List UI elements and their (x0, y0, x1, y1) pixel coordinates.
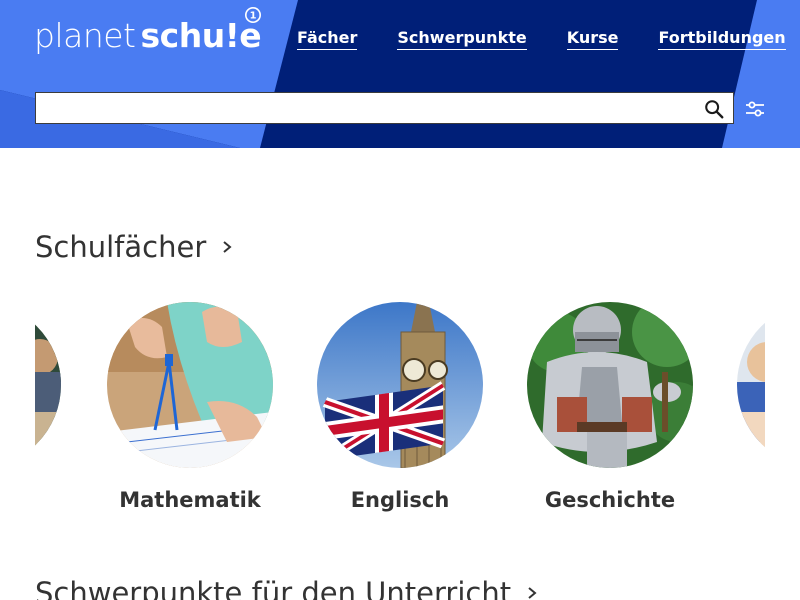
subject-image-mathematik (107, 302, 273, 468)
nav-link-kurse[interactable]: Kurse (566, 28, 619, 50)
section-heading-schwerpunkte[interactable]: Schwerpunkte für den Unterricht (35, 576, 539, 600)
svg-text:1: 1 (250, 11, 257, 22)
subject-image-partial-right (737, 302, 765, 468)
search-input[interactable] (36, 93, 696, 123)
nav-link-fortbildungen[interactable]: Fortbildungen (658, 28, 786, 50)
subject-image-geschichte (527, 302, 693, 468)
carousel-item-partial-right[interactable] (735, 300, 765, 468)
chevron-right-icon (528, 587, 537, 599)
site-logo[interactable]: planet schu!e (34, 16, 262, 66)
subjects-carousel: Mathematik Englisch Geschichte (35, 300, 765, 530)
subject-card-mathematik[interactable]: Mathematik (105, 300, 275, 512)
subject-label-mathematik: Mathematik (119, 488, 261, 512)
subject-image-englisch (317, 302, 483, 468)
filter-sliders-icon[interactable] (743, 97, 767, 121)
ard-logo-icon: 1 (244, 6, 262, 24)
site-header: planet schu!e 1 Fächer Schwerpunkte Kurs… (0, 0, 800, 148)
subject-label-geschichte: Geschichte (544, 488, 676, 512)
search-bar (35, 92, 734, 124)
nav-link-faecher[interactable]: Fächer (297, 28, 358, 50)
chevron-right-icon (223, 241, 232, 253)
subject-card-geschichte[interactable]: Geschichte (525, 300, 695, 512)
subject-card-englisch[interactable]: Englisch (315, 300, 485, 512)
section-title-text: Schulfächer (35, 230, 207, 264)
logo-text-planet: planet (34, 16, 136, 55)
carousel-item-partial-left[interactable] (35, 300, 63, 468)
subject-image-partial-left (35, 302, 61, 468)
search-icon[interactable] (703, 98, 725, 120)
nav-link-schwerpunkte[interactable]: Schwerpunkte (397, 28, 527, 50)
section-title-text-2: Schwerpunkte für den Unterricht (35, 576, 512, 600)
subject-label-englisch: Englisch (350, 488, 450, 512)
section-heading-schulfaecher[interactable]: Schulfächer (35, 230, 234, 264)
main-navigation: Fächer Schwerpunkte Kurse Fortbildungen (297, 28, 786, 50)
